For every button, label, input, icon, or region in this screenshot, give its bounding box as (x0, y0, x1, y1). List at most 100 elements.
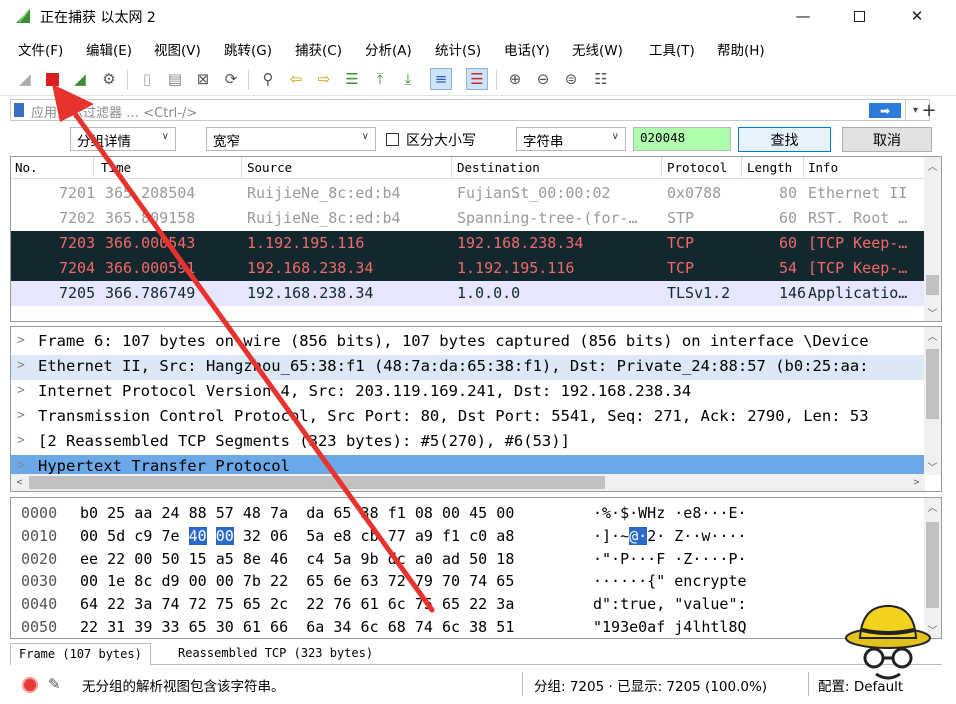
save-file-button[interactable]: ▤ (164, 68, 186, 90)
zoom-in-button[interactable]: ⊕ (504, 68, 526, 90)
chevron-up-icon[interactable]: ︿ (924, 498, 941, 515)
hex-byte[interactable]: 6c (442, 618, 460, 636)
hex-byte[interactable]: 50 (469, 550, 487, 568)
hex-byte[interactable]: 38 (469, 618, 487, 636)
go-forward-button[interactable]: ⇨ (313, 68, 335, 90)
detail-tree-item[interactable]: > Transmission Control Protocol, Src Port… (11, 405, 925, 430)
close-file-button[interactable]: ⊠ (192, 68, 214, 90)
hex-byte[interactable]: 25 (107, 504, 125, 522)
ascii-dump[interactable]: "193e0af j4lhtl8Q (593, 618, 747, 636)
edit-comment-icon[interactable]: ✎ (48, 675, 61, 693)
menu-capture[interactable]: 捕获(C) (295, 39, 342, 59)
open-file-button[interactable]: ▯ (136, 68, 158, 90)
packet-row[interactable]: 7203 366.000543 1.192.195.116 192.168.23… (11, 231, 925, 256)
hex-byte[interactable]: 88 (189, 504, 207, 522)
hex-byte[interactable]: 8e (243, 550, 261, 568)
hex-byte[interactable]: 22 (306, 595, 324, 613)
hex-byte[interactable]: 6e (333, 572, 351, 590)
scroll-thumb[interactable] (926, 349, 939, 419)
start-capture-button[interactable]: ◢ (14, 68, 36, 90)
hex-byte[interactable]: 00 (215, 526, 234, 545)
hex-byte[interactable]: cb (361, 527, 379, 545)
colorize-button[interactable]: ☰ (466, 68, 488, 90)
hex-byte[interactable]: 2c (270, 595, 288, 613)
bookmark-icon[interactable] (14, 103, 24, 117)
first-packet-button[interactable]: ⤒ (369, 68, 391, 90)
details-horizontal-scrollbar[interactable]: < > (11, 474, 925, 491)
restart-capture-button[interactable]: ◢ (69, 68, 91, 90)
hex-byte[interactable]: 65 (189, 618, 207, 636)
menu-tools[interactable]: 工具(T) (649, 39, 695, 59)
maximize-button[interactable] (836, 0, 882, 32)
hex-byte[interactable]: 66 (270, 618, 288, 636)
chevron-up-icon[interactable]: ︿ (924, 327, 941, 344)
chevron-right-icon[interactable]: > (17, 408, 25, 423)
hex-byte[interactable]: da (306, 504, 324, 522)
ascii-dump[interactable]: ······{" encrypte (593, 572, 747, 590)
hex-byte[interactable]: 22 (107, 595, 125, 613)
hex-byte[interactable]: 6c (388, 595, 406, 613)
hex-byte[interactable]: 22 (469, 595, 487, 613)
hex-byte[interactable]: 65 (333, 504, 351, 522)
column-header-info[interactable]: Info (808, 160, 838, 175)
ascii-dump[interactable]: ·%·$·WHz ·e8···E· (593, 504, 747, 522)
hex-byte[interactable]: 63 (361, 572, 379, 590)
detail-tree-item[interactable]: > Ethernet II, Src: Hangzhou_65:38:f1 (48… (11, 355, 925, 380)
hex-byte[interactable]: 50 (161, 550, 179, 568)
hex-dump-row[interactable]: 0040 64 22 3a 74 72 75 65 2c 22 76 61 6c 75 65 22 3a d":t… (11, 592, 925, 615)
details-scrollbar[interactable]: ︿ ﹀ (924, 327, 941, 475)
detail-tree-item[interactable]: > Internet Protocol Version 4, Src: 203.1… (11, 380, 925, 405)
menu-file[interactable]: 文件(F) (18, 39, 63, 59)
hex-byte[interactable]: 5d (107, 527, 125, 545)
scroll-thumb[interactable] (926, 275, 939, 295)
hex-byte[interactable]: c0 (469, 527, 487, 545)
charset-select[interactable]: 宽窄 ∨ (206, 127, 376, 151)
menu-view[interactable]: 视图(V) (154, 39, 201, 59)
apply-filter-button[interactable]: ➡ (869, 103, 901, 118)
find-packet-button[interactable]: ⚲ (257, 68, 279, 90)
hex-byte[interactable]: d9 (161, 572, 179, 590)
hex-byte[interactable]: 75 (216, 595, 234, 613)
hex-byte[interactable]: 1e (107, 572, 125, 590)
hex-byte[interactable]: 22 (107, 550, 125, 568)
hex-byte[interactable]: ee (80, 550, 98, 568)
capture-options-button[interactable]: ⚙ (98, 68, 120, 90)
go-back-button[interactable]: ⇦ (285, 68, 307, 90)
hex-byte[interactable]: 31 (107, 618, 125, 636)
reload-file-button[interactable]: ⟳ (220, 68, 242, 90)
hex-byte[interactable]: 00 (442, 504, 460, 522)
go-to-packet-button[interactable]: ☰ (341, 68, 363, 90)
hex-byte[interactable]: a5 (216, 550, 234, 568)
auto-scroll-button[interactable]: ≡ (430, 68, 452, 90)
hex-byte[interactable]: 74 (161, 595, 179, 613)
menu-help[interactable]: 帮助(H) (717, 39, 765, 59)
hex-byte[interactable]: 7b (243, 572, 261, 590)
hex-dump-row[interactable]: 0010 00 5d c9 7e 40 00 32 06 5a e8 cb 77 a9 f1 c0 a8 ·]·~… (11, 524, 925, 547)
hex-byte[interactable]: 65 (442, 595, 460, 613)
hex-byte[interactable]: 61 (243, 618, 261, 636)
hex-byte[interactable]: c9 (134, 527, 152, 545)
packet-row[interactable]: 7204 366.000591 192.168.238.34 1.192.195… (11, 256, 925, 281)
column-header-source[interactable]: Source (247, 160, 292, 175)
menu-analyze[interactable]: 分析(A) (365, 39, 412, 59)
detail-tree-item[interactable]: > [2 Reassembled TCP Segments (323 bytes)… (11, 430, 925, 455)
hex-byte[interactable]: 5a (306, 527, 324, 545)
hex-byte[interactable]: 70 (442, 572, 460, 590)
detail-tree-item[interactable]: > Frame 6: 107 bytes on wire (856 bits), … (11, 330, 925, 355)
chevron-up-icon[interactable]: ︿ (924, 157, 941, 174)
menu-telephony[interactable]: 电话(Y) (504, 39, 550, 59)
chevron-right-icon[interactable]: > (17, 458, 25, 473)
hex-byte[interactable]: 61 (361, 595, 379, 613)
column-header-no[interactable]: No. (15, 160, 38, 175)
menu-wireless[interactable]: 无线(W) (572, 39, 623, 59)
chevron-right-icon[interactable]: > (17, 383, 25, 398)
hex-byte[interactable]: 68 (388, 618, 406, 636)
hex-byte[interactable]: 8c (134, 572, 152, 590)
hex-byte[interactable]: 74 (415, 618, 433, 636)
hex-byte[interactable]: 64 (80, 595, 98, 613)
packet-row[interactable]: 7201 365.208504 RuijieNe_8c:ed:b4 Fujian… (11, 181, 925, 206)
hex-byte[interactable]: 65 (496, 572, 514, 590)
hex-byte[interactable]: 30 (216, 618, 234, 636)
hex-byte[interactable]: 75 (415, 595, 433, 613)
display-filter-bar[interactable]: 应用显示过滤器 … <Ctrl-/> ➡ ▾ (10, 99, 930, 121)
